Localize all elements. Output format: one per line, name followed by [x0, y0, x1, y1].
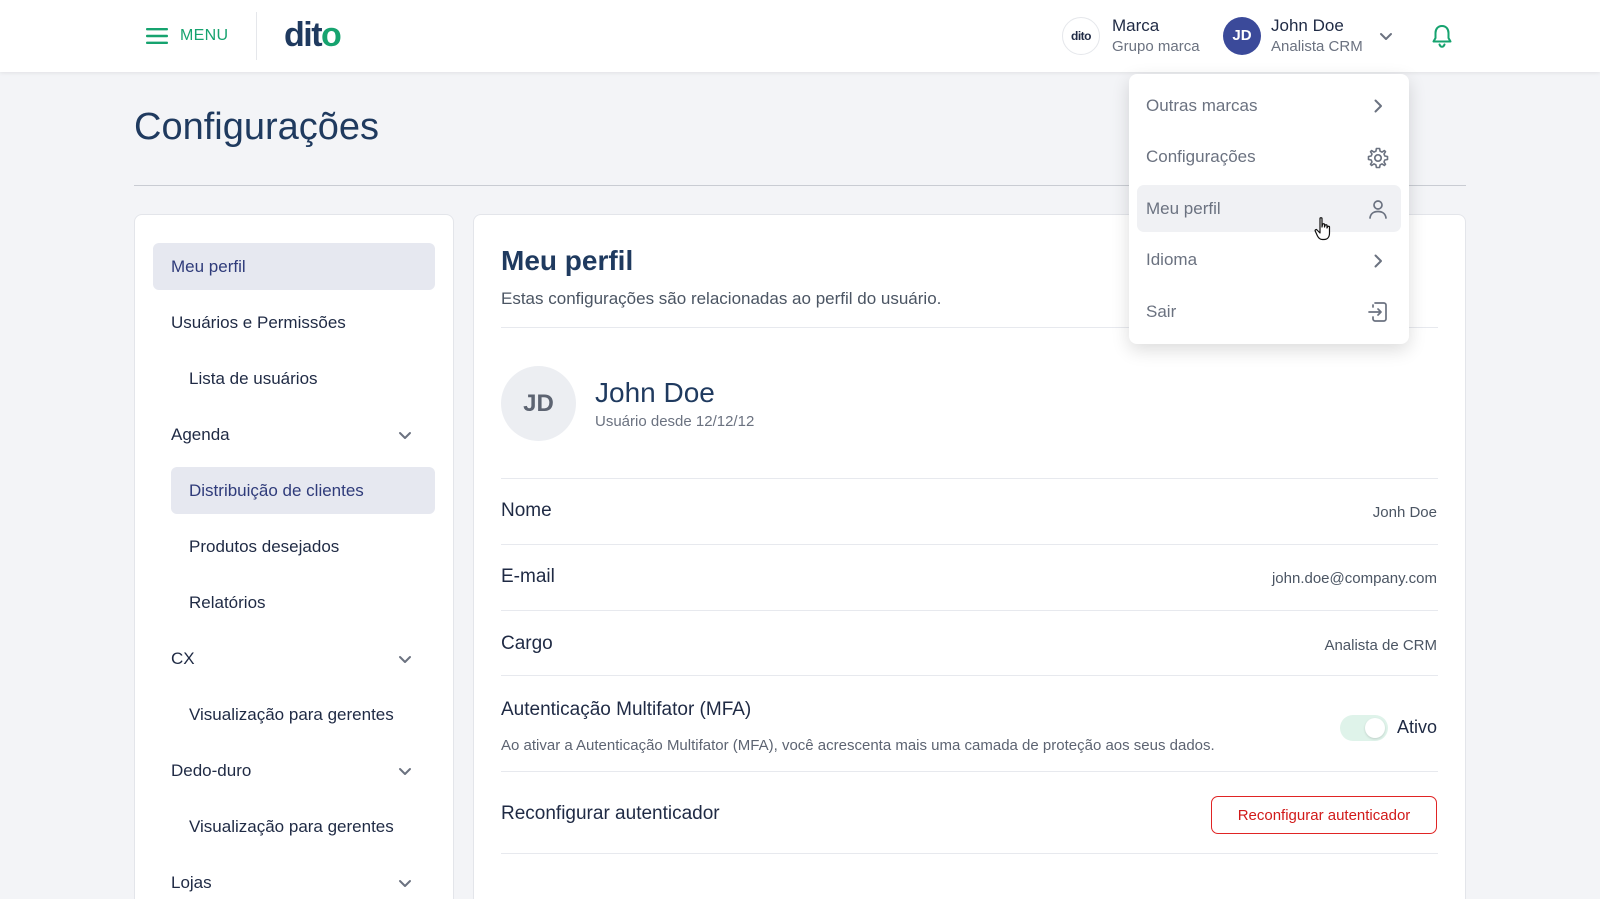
menu-item-idioma[interactable]: Idioma — [1137, 237, 1401, 284]
dito-logo[interactable]: dito — [284, 16, 342, 55]
brand-switcher[interactable]: dito Marca Grupo marca — [1062, 16, 1200, 55]
sidebar-item-label: Lojas — [171, 872, 212, 892]
sidebar-item-dedo-duro[interactable]: Dedo-duro — [153, 747, 435, 794]
user-menu[interactable]: JD John Doe Analista CRM — [1223, 16, 1363, 55]
avatar: JD — [1223, 16, 1261, 55]
divider — [501, 771, 1438, 772]
profile-avatar: JD — [501, 366, 576, 441]
user-icon — [1365, 196, 1391, 222]
sidebar-item-agenda[interactable]: Agenda — [153, 411, 435, 458]
menu-item-label: Sair — [1146, 301, 1177, 321]
profile-since: Usuário desde 12/12/12 — [595, 413, 755, 430]
sidebar-item-label: Dedo-duro — [171, 760, 252, 780]
divider — [501, 544, 1438, 545]
menu-item-label: Configurações — [1146, 147, 1256, 166]
menu-item-sair[interactable]: Sair — [1137, 288, 1401, 335]
chevron-down-icon[interactable] — [397, 763, 413, 784]
logo-text: dito — [284, 16, 342, 54]
brand-name: Marca — [1112, 16, 1160, 35]
mfa-description: Ao ativar a Autenticação Multifator (MFA… — [501, 737, 1215, 754]
user-name: John Doe — [1271, 16, 1344, 35]
bell-icon[interactable] — [1430, 23, 1454, 54]
user-role: Analista CRM — [1271, 38, 1363, 55]
menu-item-label: Meu perfil — [1146, 198, 1221, 218]
sidebar-item-label: Relatórios — [189, 592, 266, 612]
sidebar-item-label: Lista de usuários — [189, 368, 318, 388]
gear-icon — [1365, 145, 1391, 171]
settings-sidebar: Meu perfil Usuários e Permissões Lista d… — [134, 214, 454, 899]
chevron-down-icon[interactable] — [397, 875, 413, 896]
chevron-down-icon[interactable] — [1378, 28, 1394, 49]
sidebar-item-label: Agenda — [171, 424, 230, 444]
mfa-label: Autenticação Multifator (MFA) — [501, 699, 752, 720]
sidebar-item-usuarios-permissoes[interactable]: Usuários e Permissões — [153, 299, 435, 346]
user-dropdown-menu: Outras marcas Configurações Meu perfil I… — [1129, 74, 1409, 344]
reconfigure-authenticator-button[interactable]: Reconfigurar autenticador — [1211, 796, 1437, 834]
field-label-nome: Nome — [501, 500, 552, 521]
sidebar-item-lojas[interactable]: Lojas — [153, 859, 435, 899]
toggle-knob — [1365, 718, 1385, 738]
brand-group: Grupo marca — [1112, 38, 1200, 55]
sidebar-item-cx-visualizacao-gerentes[interactable]: Visualização para gerentes — [153, 691, 435, 738]
menu-item-label: Idioma — [1146, 250, 1198, 269]
divider — [501, 853, 1438, 854]
section-title: Meu perfil — [501, 245, 634, 276]
sidebar-item-dedo-duro-visualizacao-gerentes[interactable]: Visualização para gerentes — [153, 803, 435, 850]
brand-logo: dito — [1062, 16, 1100, 55]
mfa-status: Ativo — [1397, 717, 1438, 737]
divider — [501, 675, 1438, 676]
menu-button[interactable]: MENU — [146, 22, 228, 50]
sidebar-item-produtos-desejados[interactable]: Produtos desejados — [153, 523, 435, 570]
sidebar-item-label: Distribuição de clientes — [189, 480, 364, 500]
sidebar-item-label: Visualização para gerentes — [189, 704, 394, 724]
chevron-down-icon[interactable] — [397, 651, 413, 672]
sidebar-item-label: Meu perfil — [171, 256, 246, 276]
sidebar-item-distribuicao-clientes[interactable]: Distribuição de clientes — [171, 467, 435, 514]
sidebar-item-label: Usuários e Permissões — [171, 312, 346, 332]
logout-icon — [1365, 299, 1391, 325]
chevron-right-icon — [1365, 93, 1391, 119]
hand-cursor-icon — [1314, 216, 1334, 247]
chevron-down-icon[interactable] — [397, 427, 413, 448]
field-label-cargo: Cargo — [501, 633, 553, 654]
sidebar-item-label: Produtos desejados — [189, 536, 340, 556]
field-value-cargo: Analista de CRM — [1324, 637, 1437, 654]
menu-label: MENU — [180, 27, 229, 44]
menu-item-configuracoes[interactable]: Configurações — [1137, 134, 1401, 181]
menu-item-label: Outras marcas — [1146, 95, 1258, 115]
field-value-nome: Jonh Doe — [1372, 504, 1437, 521]
sidebar-item-meu-perfil[interactable]: Meu perfil — [153, 243, 435, 290]
hamburger-icon — [146, 28, 168, 44]
sidebar-item-lista-usuarios[interactable]: Lista de usuários — [153, 355, 435, 402]
chevron-right-icon — [1365, 248, 1391, 274]
menu-item-meu-perfil[interactable]: Meu perfil — [1137, 185, 1401, 232]
field-label-email: E-mail — [501, 566, 555, 587]
divider — [501, 610, 1438, 611]
divider — [501, 478, 1438, 479]
field-value-email: john.doe@company.com — [1271, 570, 1437, 587]
sidebar-item-cx[interactable]: CX — [153, 635, 435, 682]
section-subtitle: Estas configurações são relacionadas ao … — [501, 289, 942, 308]
sidebar-item-label: Visualização para gerentes — [189, 816, 394, 836]
mfa-toggle[interactable] — [1340, 715, 1388, 741]
top-bar: MENU dito dito Marca Grupo marca JD John… — [0, 0, 1600, 72]
reconfigure-label: Reconfigurar autenticador — [501, 803, 720, 824]
sidebar-item-relatorios[interactable]: Relatórios — [153, 579, 435, 626]
header-divider — [256, 12, 257, 60]
menu-item-outras-marcas[interactable]: Outras marcas — [1137, 82, 1401, 129]
sidebar-item-label: CX — [171, 648, 195, 668]
page-title: Configurações — [134, 106, 380, 148]
profile-name: John Doe — [595, 377, 715, 408]
